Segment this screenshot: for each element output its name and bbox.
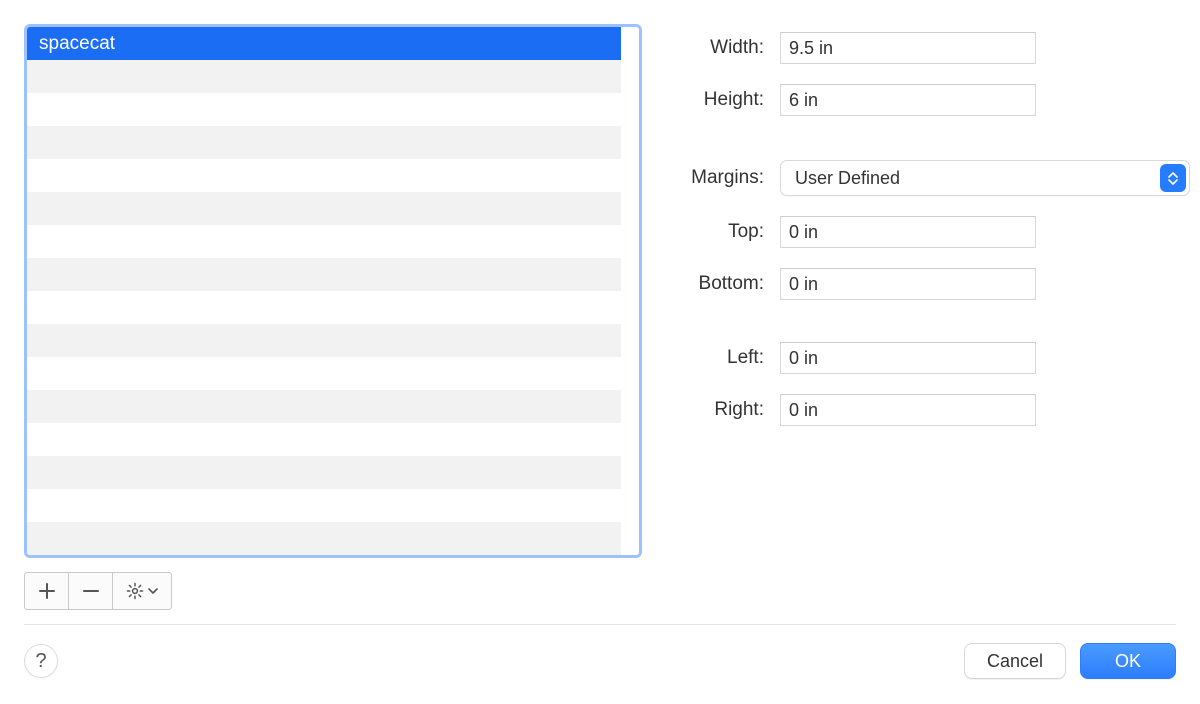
height-input[interactable] xyxy=(780,84,1036,116)
list-item-empty[interactable] xyxy=(27,126,621,159)
width-label: Width: xyxy=(662,37,764,59)
margin-top-input[interactable] xyxy=(780,216,1036,248)
list-item-empty[interactable] xyxy=(27,489,621,522)
actions-menu-button[interactable] xyxy=(113,573,171,609)
list-item-selected[interactable]: spacecat xyxy=(27,27,621,60)
margin-left-input[interactable] xyxy=(780,342,1036,374)
list-item-empty[interactable] xyxy=(27,324,621,357)
margins-select[interactable]: User Defined xyxy=(780,160,1190,196)
paper-size-list[interactable]: spacecat xyxy=(24,24,642,558)
height-label: Height: xyxy=(662,89,764,111)
help-icon: ? xyxy=(35,650,46,673)
divider xyxy=(24,624,1176,625)
list-item-empty[interactable] xyxy=(27,258,621,291)
left-label: Left: xyxy=(662,347,764,369)
remove-button[interactable] xyxy=(69,573,113,609)
ok-button-label: OK xyxy=(1115,651,1141,672)
minus-icon xyxy=(83,583,99,599)
list-item-empty[interactable] xyxy=(27,456,621,489)
chevron-down-icon xyxy=(148,586,158,596)
paper-size-list-section: spacecat xyxy=(24,24,642,610)
ok-button[interactable]: OK xyxy=(1080,643,1176,679)
top-label: Top: xyxy=(662,221,764,243)
margins-select-value: User Defined xyxy=(795,168,900,189)
list-item-empty[interactable] xyxy=(27,93,621,126)
list-item-empty[interactable] xyxy=(27,159,621,192)
list-scrollbar[interactable] xyxy=(621,27,639,555)
bottom-label: Bottom: xyxy=(662,273,764,295)
right-label: Right: xyxy=(662,399,764,421)
cancel-button-label: Cancel xyxy=(987,651,1043,672)
margins-label: Margins: xyxy=(662,167,764,189)
list-toolbar xyxy=(24,572,172,610)
list-item-empty[interactable] xyxy=(27,192,621,225)
select-stepper-icon xyxy=(1160,164,1186,192)
width-input[interactable] xyxy=(780,32,1036,64)
margin-bottom-input[interactable] xyxy=(780,268,1036,300)
gear-icon xyxy=(126,582,158,600)
add-button[interactable] xyxy=(25,573,69,609)
list-item-empty[interactable] xyxy=(27,522,621,555)
list-item-label: spacecat xyxy=(39,33,115,54)
paper-size-form: Width: Height: Margins: User Defined Top… xyxy=(662,24,1190,446)
list-item-empty[interactable] xyxy=(27,291,621,324)
list-item-empty[interactable] xyxy=(27,357,621,390)
list-item-empty[interactable] xyxy=(27,60,621,93)
list-item-empty[interactable] xyxy=(27,225,621,258)
help-button[interactable]: ? xyxy=(24,644,58,678)
cancel-button[interactable]: Cancel xyxy=(964,643,1066,679)
list-item-empty[interactable] xyxy=(27,390,621,423)
list-item-empty[interactable] xyxy=(27,423,621,456)
plus-icon xyxy=(39,583,55,599)
margin-right-input[interactable] xyxy=(780,394,1036,426)
bottom-bar: ? Cancel OK xyxy=(24,643,1176,679)
